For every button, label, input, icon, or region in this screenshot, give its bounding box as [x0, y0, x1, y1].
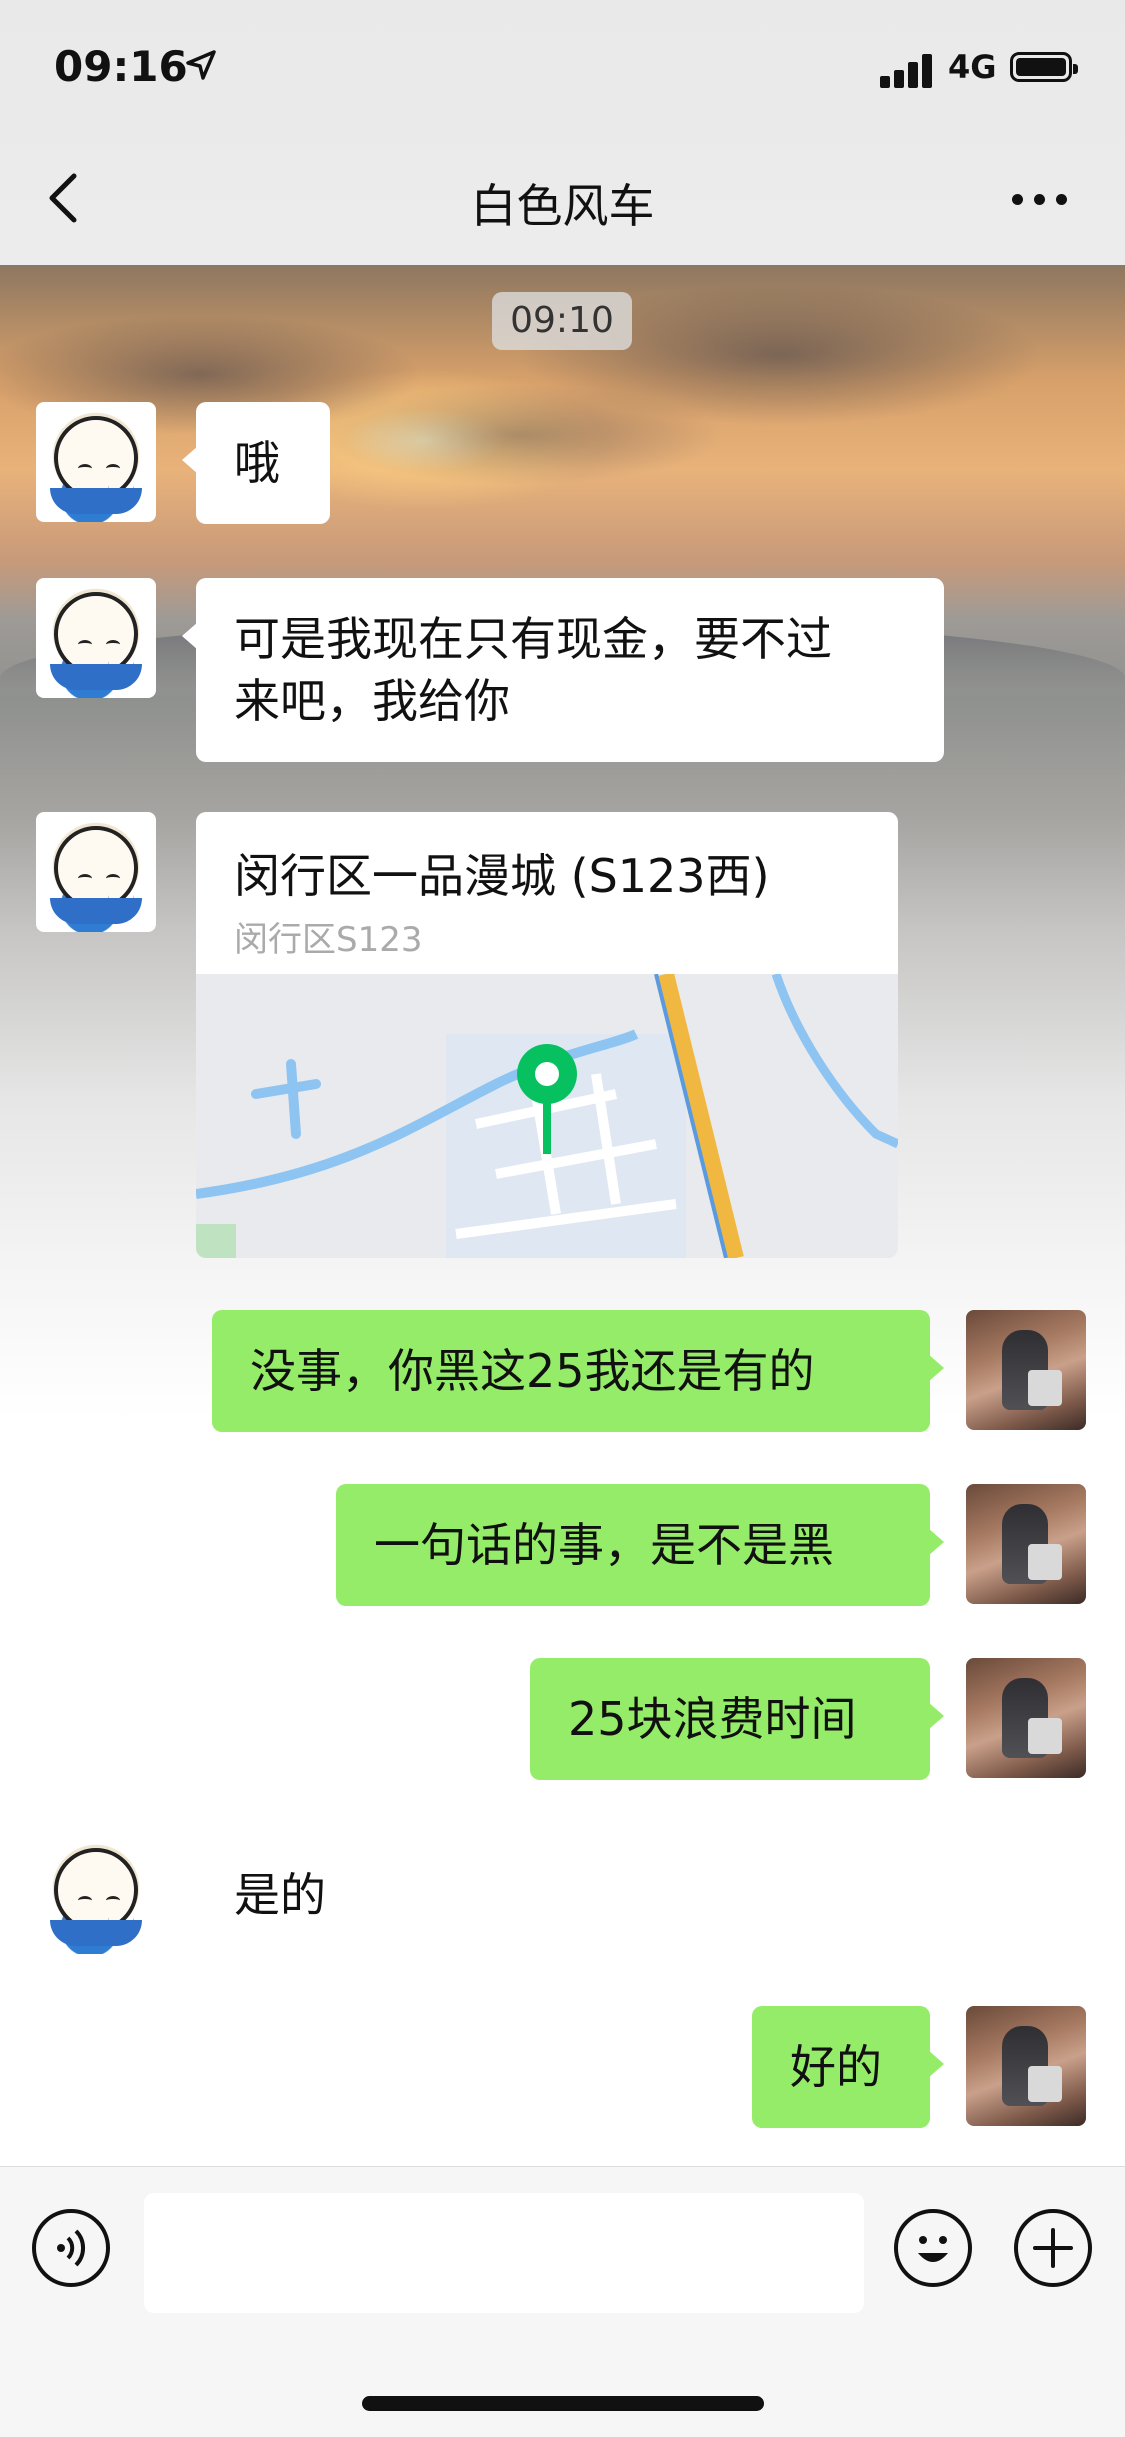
voice-icon[interactable]	[32, 2209, 110, 2287]
contact-avatar[interactable]	[36, 578, 156, 698]
message-bubble-outgoing: 没事，你黑这25我还是有的	[212, 1310, 944, 1432]
message-line: 来吧，我给你	[234, 674, 510, 728]
timestamp-pill: 09:10	[492, 292, 632, 350]
location-title: 闵行区一品漫城 (S123西)	[234, 849, 770, 903]
chat-title: 白色风车	[470, 179, 655, 233]
location-subtitle: 闵行区S123	[234, 920, 423, 960]
my-avatar[interactable]	[966, 1310, 1086, 1430]
contact-avatar[interactable]	[36, 1834, 156, 1954]
location-arrow-icon	[184, 48, 218, 91]
message-bubble: 是的	[196, 1834, 376, 1956]
home-indicator[interactable]	[362, 2396, 764, 2411]
message-bubble: 可是我现在只有现金，要不过 来吧，我给你	[182, 578, 944, 762]
message-bubble-outgoing: 25块浪费时间	[530, 1658, 944, 1780]
battery-icon	[1010, 52, 1078, 82]
my-avatar[interactable]	[966, 1484, 1086, 1604]
status-time: 09:16	[54, 42, 188, 91]
more-dots-icon[interactable]	[1010, 180, 1070, 220]
signal-icon	[880, 52, 936, 88]
network-label: 4G	[948, 48, 997, 86]
message-line: 可是我现在只有现金，要不过	[234, 612, 832, 666]
top-bar: 09:16 4G 白色风车	[0, 0, 1125, 265]
message-bubble-outgoing: 一句话的事，是不是黑	[336, 1484, 944, 1606]
my-avatar[interactable]	[966, 1658, 1086, 1778]
contact-avatar[interactable]	[36, 402, 156, 522]
map-pin-icon	[520, 1030, 586, 1160]
my-avatar[interactable]	[966, 2006, 1086, 2126]
message-input[interactable]	[144, 2193, 864, 2313]
message-bubble: 哦	[182, 402, 330, 524]
message-bubble-outgoing: 好的	[752, 2006, 944, 2128]
contact-avatar[interactable]	[36, 812, 156, 932]
emoji-icon[interactable]	[894, 2209, 972, 2287]
plus-icon[interactable]	[1014, 2209, 1092, 2287]
